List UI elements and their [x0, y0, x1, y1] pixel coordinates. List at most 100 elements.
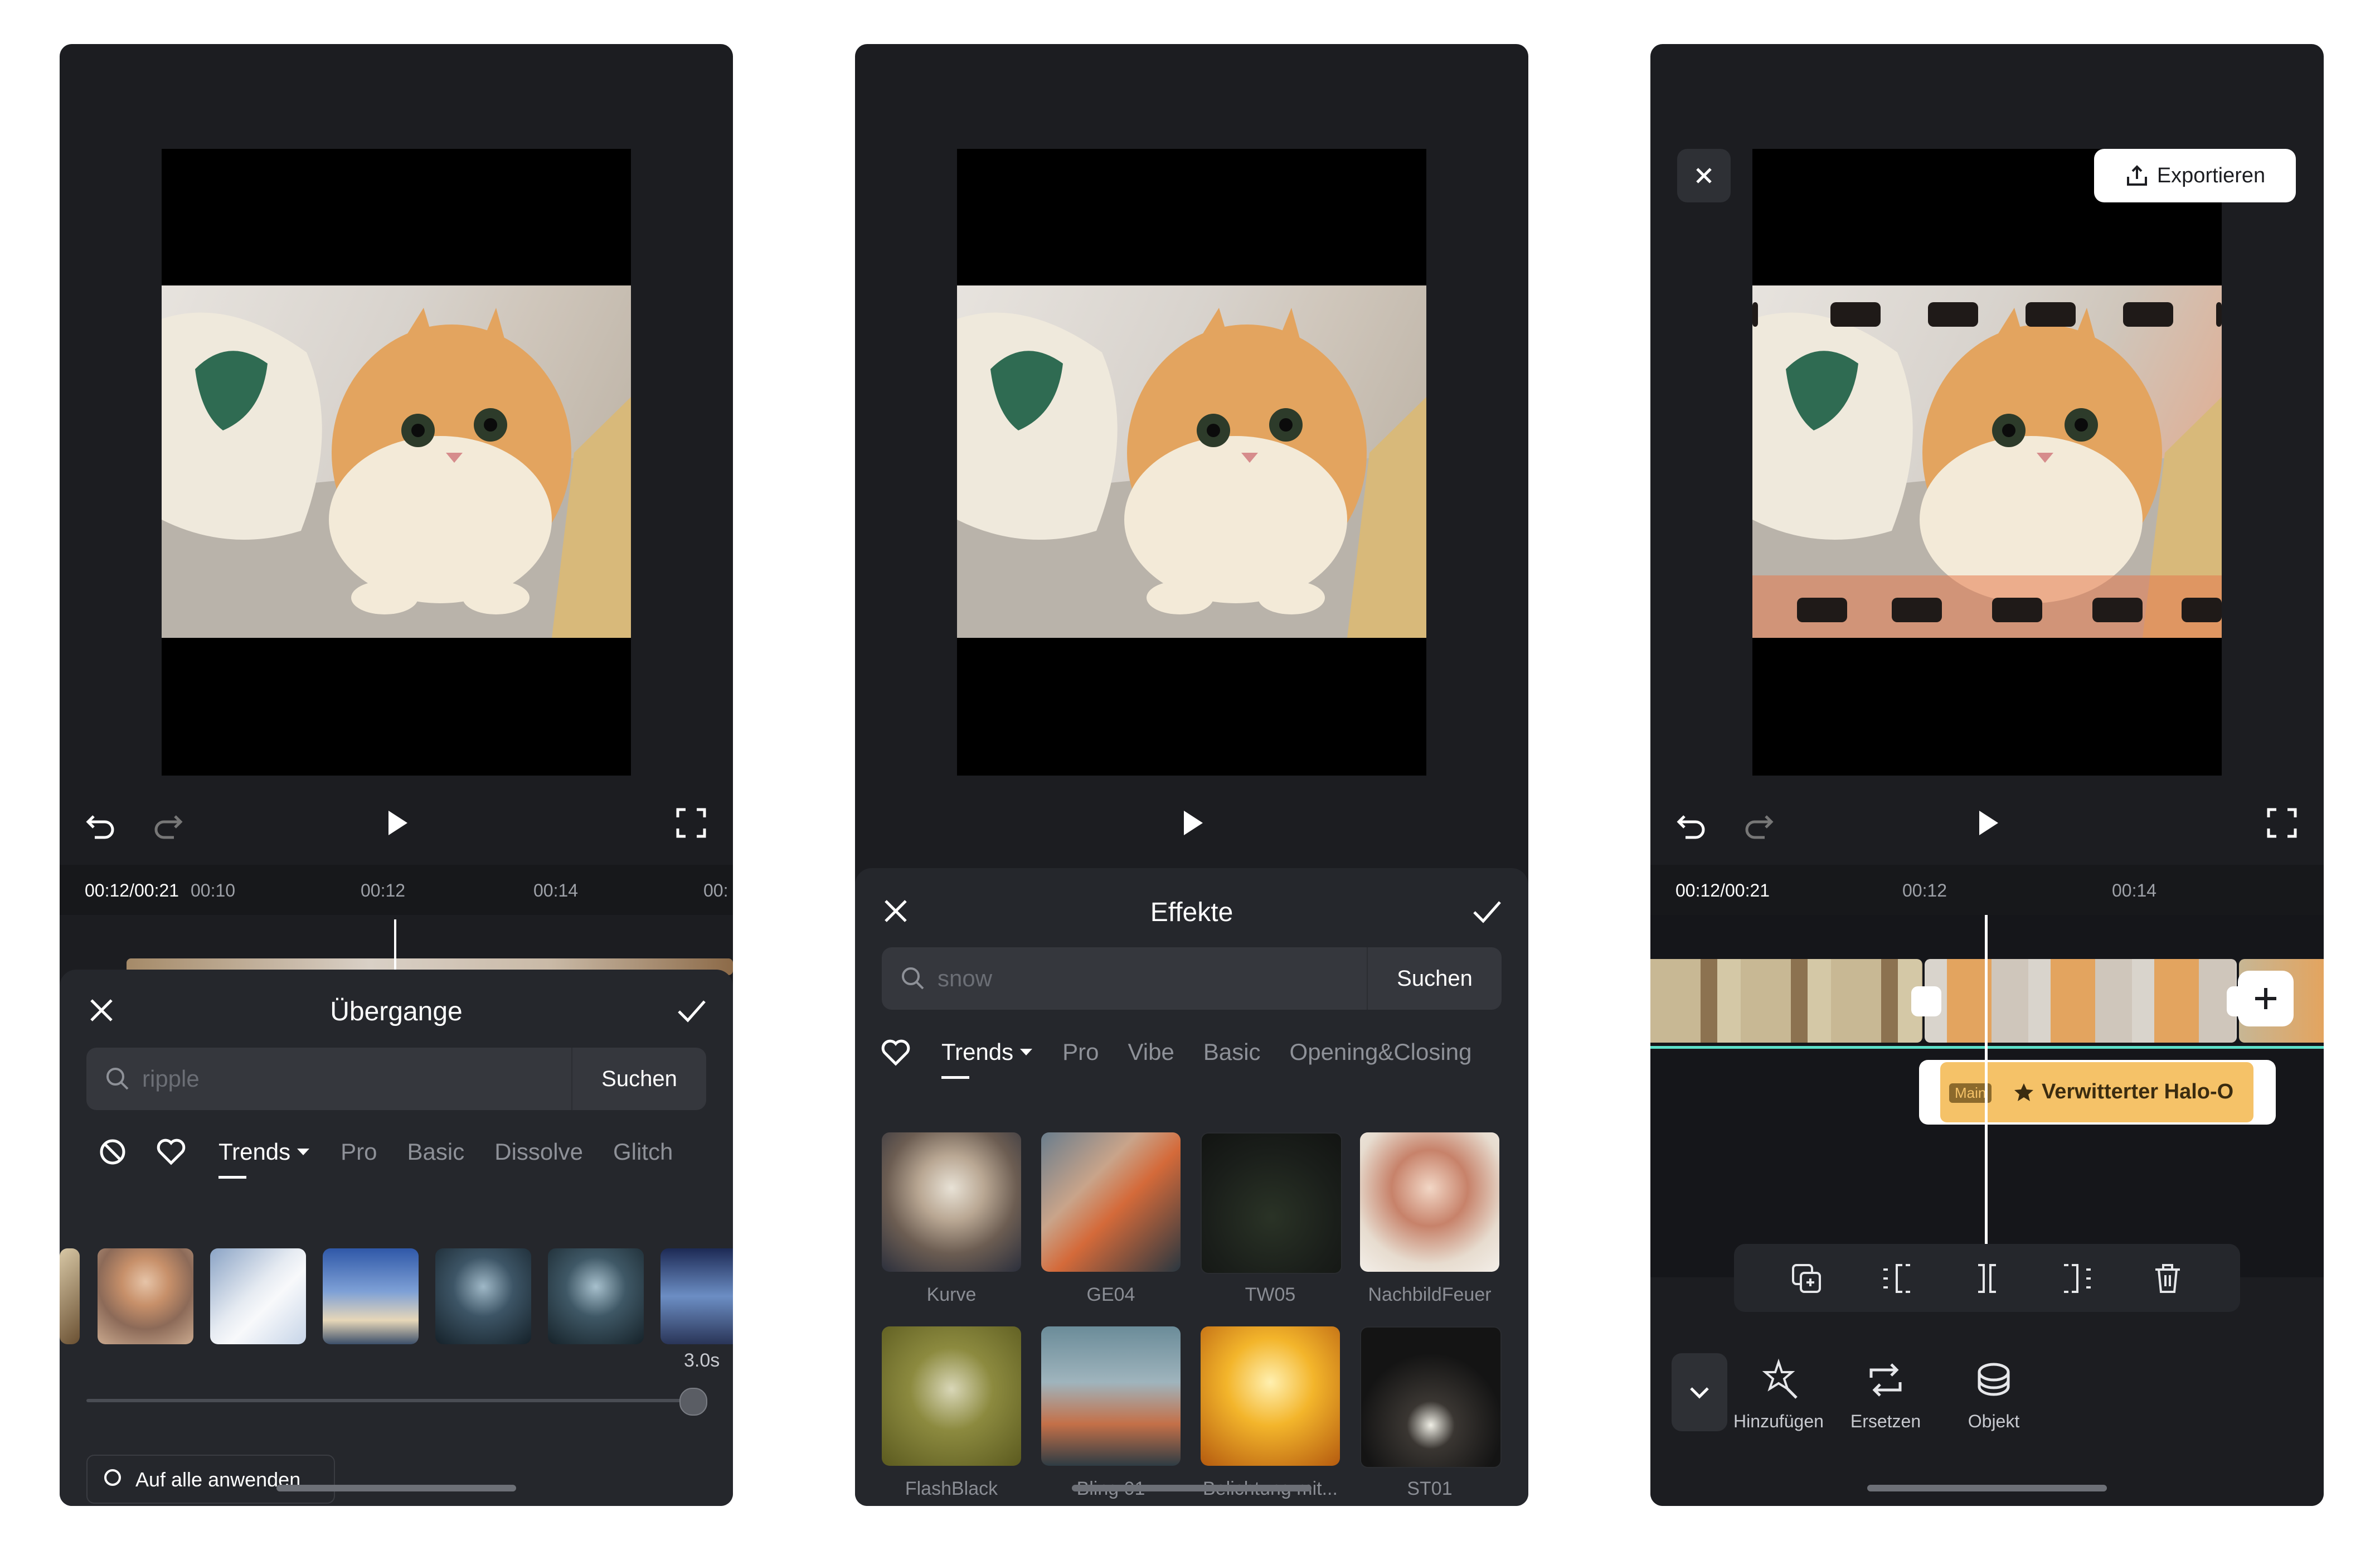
wand-icon[interactable] [1756, 1358, 1801, 1402]
effect-thumb-flashblack[interactable] [882, 1326, 1021, 1466]
tab-label: Trends [218, 1139, 291, 1165]
duration-slider[interactable] [86, 1399, 705, 1402]
playhead[interactable] [1985, 915, 1988, 1277]
category-tabs: Trends Pro Vibe Basic Opening&Closing [941, 1030, 1471, 1074]
effect-thumb-kurve[interactable] [882, 1132, 1021, 1272]
transition-marker[interactable] [1911, 986, 1941, 1016]
undo-icon[interactable] [81, 803, 120, 842]
edit-effect-screen: Exportieren 00:12/00:21 00:12 00:14 Main… [1650, 44, 2324, 1506]
video-preview [1752, 149, 2222, 776]
tab-opening-closing[interactable]: Opening&Closing [1290, 1039, 1472, 1065]
playhead[interactable] [394, 919, 396, 970]
category-tabs: Trends Pro Basic Dissolve Glitch [218, 1130, 673, 1174]
play-icon[interactable] [377, 803, 416, 842]
duration-value: 3.0s [684, 1350, 720, 1371]
split-icon[interactable] [1970, 1262, 2004, 1295]
tab-trends[interactable]: Trends [218, 1139, 310, 1165]
sheet-title: Effekte [1150, 898, 1233, 927]
effect-thumb-belichtung[interactable] [1201, 1326, 1340, 1466]
home-indicator [1867, 1485, 2107, 1491]
object-icon[interactable] [1971, 1358, 2016, 1402]
transition-thumb[interactable] [323, 1248, 419, 1344]
home-indicator [276, 1485, 516, 1491]
no-transition-icon[interactable] [93, 1132, 132, 1171]
transition-thumb[interactable] [660, 1248, 733, 1344]
replace-tool-label[interactable]: Ersetzen [1830, 1411, 1941, 1432]
search-icon [902, 967, 924, 990]
add-tool-label[interactable]: Hinzufügen [1723, 1411, 1834, 1432]
close-button[interactable] [1677, 149, 1731, 202]
transitions-screen: 00:12/00:21 00:10 00:12 00:14 00: Überga… [60, 44, 733, 1506]
video-clip[interactable] [1925, 959, 2237, 1043]
delete-icon[interactable] [2151, 1262, 2184, 1295]
tab-dissolve[interactable]: Dissolve [494, 1139, 583, 1165]
transition-thumb[interactable] [60, 1248, 80, 1344]
collapse-button[interactable] [1672, 1353, 1727, 1431]
redo-icon[interactable] [1740, 803, 1779, 842]
effect-thumb-ge04[interactable] [1041, 1132, 1181, 1272]
split-right-icon[interactable] [2061, 1262, 2094, 1295]
transition-thumb[interactable] [98, 1248, 193, 1344]
tab-trends[interactable]: Trends [941, 1039, 1033, 1065]
effect-label: Kurve [926, 1284, 977, 1305]
chevron-down-icon [297, 1149, 310, 1155]
clip-toolbar [1734, 1244, 2240, 1312]
search-placeholder: ripple [142, 1065, 200, 1092]
search-button[interactable]: Suchen [571, 1048, 706, 1110]
chevron-down-icon [1690, 1387, 1709, 1399]
add-clip-button[interactable] [2238, 971, 2294, 1026]
effect-label: TW05 [1245, 1284, 1296, 1305]
cat-photo [162, 285, 631, 638]
tab-basic[interactable]: Basic [407, 1139, 465, 1165]
effect-thumb-nachbildfeuer[interactable] [1360, 1132, 1499, 1272]
search-button[interactable]: Suchen [1367, 947, 1502, 1010]
search-icon [106, 1068, 129, 1090]
timecode: 00:12/00:21 [1675, 880, 1770, 900]
play-icon[interactable] [1172, 803, 1211, 842]
tab-glitch[interactable]: Glitch [613, 1139, 673, 1165]
check-icon[interactable] [1467, 892, 1506, 931]
transition-thumb[interactable] [210, 1248, 306, 1344]
fullscreen-icon[interactable] [672, 803, 711, 842]
transition-thumb[interactable] [435, 1248, 531, 1344]
export-button[interactable]: Exportieren [2094, 149, 2296, 202]
effect-label: ST01 [1407, 1478, 1453, 1499]
tab-vibe[interactable]: Vibe [1128, 1039, 1174, 1065]
undo-icon[interactable] [1672, 803, 1711, 842]
heart-icon[interactable] [876, 1033, 915, 1072]
ruler-tick: 00:10 [191, 880, 236, 900]
effect-thumb-st01[interactable] [1360, 1326, 1502, 1468]
effect-thumb-tw05[interactable] [1201, 1132, 1342, 1274]
fullscreen-icon[interactable] [2262, 803, 2301, 842]
effect-label: GE04 [1086, 1284, 1135, 1305]
cat-photo [957, 285, 1426, 638]
effect-thumb-bling-01[interactable] [1041, 1326, 1181, 1466]
sheet-title: Übergange [330, 997, 463, 1026]
split-left-icon[interactable] [1880, 1262, 1913, 1295]
replace-icon[interactable] [1863, 1358, 1908, 1402]
check-icon[interactable] [672, 991, 711, 1030]
tab-pro[interactable]: Pro [1062, 1039, 1099, 1065]
ruler-tick: 00:12 [1902, 880, 1947, 900]
redo-icon[interactable] [149, 803, 188, 842]
active-tab-underline [941, 1076, 969, 1079]
add-icon [2255, 988, 2276, 1009]
copy-icon[interactable] [1790, 1262, 1823, 1295]
slider-handle[interactable] [679, 1388, 707, 1416]
search-input[interactable]: ripple Suchen [86, 1048, 706, 1110]
transition-thumb[interactable] [548, 1248, 644, 1344]
export-icon [2126, 165, 2147, 186]
tab-label: Trends [941, 1039, 1014, 1065]
ruler-tick: 00: [703, 880, 728, 900]
search-input[interactable]: snow Suchen [882, 947, 1502, 1010]
object-tool-label[interactable]: Objekt [1938, 1411, 2049, 1432]
effect-name: Verwitterter Halo-O [2042, 1080, 2234, 1103]
effect-label: NachbildFeuer [1368, 1284, 1492, 1305]
heart-icon[interactable] [152, 1132, 191, 1171]
play-icon[interactable] [1968, 803, 2007, 842]
video-clip[interactable] [1650, 959, 1922, 1043]
video-preview [162, 149, 631, 776]
apply-all-button[interactable]: Auf alle anwenden [86, 1455, 335, 1504]
tab-basic[interactable]: Basic [1203, 1039, 1261, 1065]
tab-pro[interactable]: Pro [341, 1139, 377, 1165]
